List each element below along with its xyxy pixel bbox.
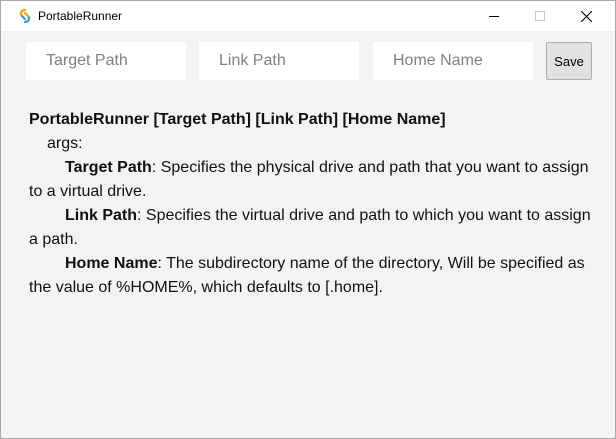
title-bar[interactable]: PortableRunner xyxy=(1,1,615,31)
help-text: PortableRunner [Target Path] [Link Path]… xyxy=(29,108,595,300)
minimize-icon xyxy=(489,16,499,17)
link-path-input[interactable] xyxy=(199,42,359,80)
arg-name-home-name: Home Name xyxy=(65,255,158,272)
maximize-icon xyxy=(535,11,545,21)
maximize-button[interactable] xyxy=(517,1,563,31)
app-window: PortableRunner Save PortableRunner [Targ… xyxy=(0,0,616,439)
usage-line: PortableRunner [Target Path] [Link Path]… xyxy=(29,111,446,128)
arg-name-target-path: Target Path xyxy=(65,159,152,176)
portablerunner-logo-icon xyxy=(19,8,31,24)
target-path-input[interactable] xyxy=(26,42,186,80)
close-button[interactable] xyxy=(563,1,609,31)
arg-name-link-path: Link Path xyxy=(65,207,138,224)
minimize-button[interactable] xyxy=(471,1,517,31)
arg-description-target-path: Target Path: Specifies the physical driv… xyxy=(29,156,595,204)
arg-description-link-path: Link Path: Specifies the virtual drive a… xyxy=(29,204,595,252)
save-button[interactable]: Save xyxy=(546,42,592,80)
close-icon xyxy=(580,10,592,22)
home-name-input[interactable] xyxy=(373,42,533,80)
arg-description-home-name: Home Name: The subdirectory name of the … xyxy=(29,252,595,300)
args-label: args: xyxy=(47,135,83,152)
window-title: PortableRunner xyxy=(38,9,123,23)
